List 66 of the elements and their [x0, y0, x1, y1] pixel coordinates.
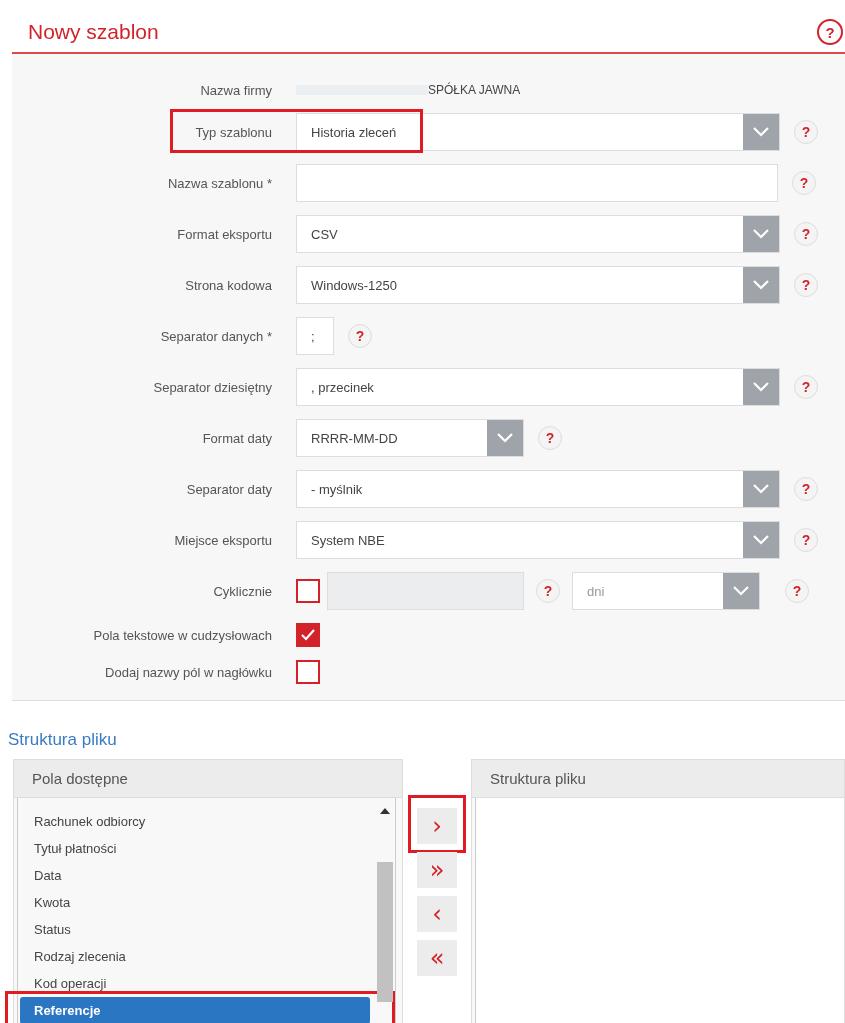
field-label: Miejsce eksportu: [173, 532, 272, 548]
help-icon[interactable]: ?: [792, 171, 816, 195]
help-icon[interactable]: ?: [785, 579, 809, 603]
select-field[interactable]: - myślnik: [296, 470, 780, 508]
panel-header: Pola dostępne: [14, 760, 402, 798]
checkbox[interactable]: [296, 579, 320, 603]
help-icon[interactable]: ?: [536, 579, 560, 603]
scroll-up-icon[interactable]: [380, 808, 390, 814]
list-item[interactable]: Tytuł płatności: [18, 835, 375, 862]
help-icon[interactable]: ?: [348, 324, 372, 348]
select-field[interactable]: RRRR-MM-DD: [296, 419, 524, 457]
chevron-down-icon: [753, 280, 769, 290]
help-icon[interactable]: ?: [794, 273, 818, 297]
checkbox[interactable]: [296, 623, 320, 647]
list-item[interactable]: Kwota: [18, 889, 375, 916]
move-button[interactable]: ‹: [417, 896, 457, 932]
checkbox[interactable]: [296, 660, 320, 684]
field-label: Cyklicznie: [212, 583, 272, 599]
help-icon[interactable]: ?: [817, 19, 843, 45]
move-button[interactable]: ›: [417, 808, 457, 844]
select-field[interactable]: Windows-1250: [296, 266, 780, 304]
field-label: Dodaj nazwy pól w nagłówku: [104, 664, 272, 680]
select-field[interactable]: Historia zleceń: [296, 113, 780, 151]
input-field[interactable]: ;: [296, 317, 334, 355]
field-label: Separator danych *: [159, 328, 272, 344]
chevron-down-icon: [753, 535, 769, 545]
help-icon[interactable]: ?: [538, 426, 562, 450]
list-item[interactable]: Kod operacji: [18, 970, 375, 997]
input-field[interactable]: [296, 164, 778, 202]
select-field[interactable]: CSV: [296, 215, 780, 253]
field-label: Separator dziesiętny: [152, 379, 272, 395]
help-icon[interactable]: ?: [794, 375, 818, 399]
company-name: SPÓŁKA JAWNA: [428, 83, 521, 97]
list-item[interactable]: Status: [18, 916, 375, 943]
field-label: Nazwa firmy: [199, 82, 272, 98]
page-title: Nowy szablon: [28, 20, 159, 44]
scrollbar-thumb[interactable]: [377, 862, 393, 1002]
field-label: Format eksportu: [176, 226, 272, 242]
field-label: Strona kodowa: [184, 277, 272, 293]
chevron-down-icon: [753, 229, 769, 239]
field-label: Nazwa szablonu *: [166, 175, 272, 191]
help-icon[interactable]: ?: [794, 477, 818, 501]
field-label: Separator daty: [185, 481, 272, 497]
panel-header: Struktura pliku: [472, 760, 844, 798]
chevron-down-icon: [753, 127, 769, 137]
select-field[interactable]: dni: [572, 572, 760, 610]
help-icon[interactable]: ?: [794, 222, 818, 246]
select-field[interactable]: System NBE: [296, 521, 780, 559]
section-title: Struktura pliku: [8, 729, 118, 751]
chevron-down-icon: [753, 484, 769, 494]
move-button[interactable]: »: [417, 852, 457, 888]
list-item[interactable]: Rachunek odbiorcy: [18, 808, 375, 835]
help-icon[interactable]: ?: [794, 120, 818, 144]
field-label: Typ szablonu: [194, 124, 272, 140]
select-field[interactable]: , przecinek: [296, 368, 780, 406]
list-item[interactable]: Referencje: [20, 997, 370, 1023]
chevron-down-icon: [733, 586, 749, 596]
chevron-down-icon: [753, 382, 769, 392]
list-item[interactable]: Data: [18, 862, 375, 889]
move-button[interactable]: «: [417, 940, 457, 976]
chevron-down-icon: [497, 433, 513, 443]
help-icon[interactable]: ?: [794, 528, 818, 552]
field-label: Pola tekstowe w cudzysłowach: [92, 627, 272, 643]
field-label: Format daty: [201, 430, 272, 446]
list-item[interactable]: Rodzaj zlecenia: [18, 943, 375, 970]
checkmark-icon: [301, 629, 315, 641]
